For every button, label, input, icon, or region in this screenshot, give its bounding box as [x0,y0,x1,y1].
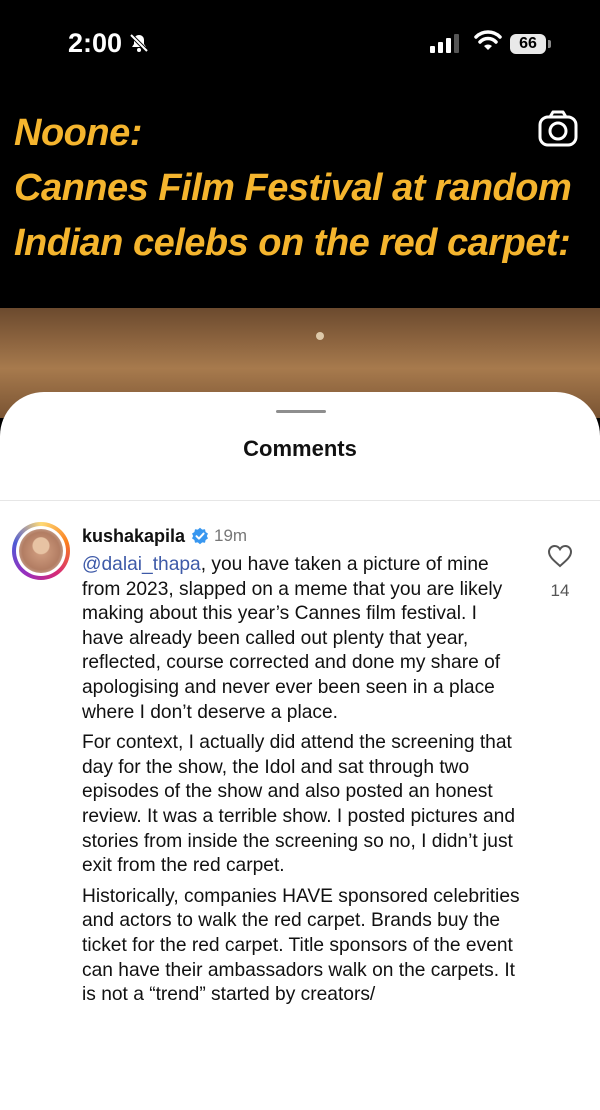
status-bar: 2:00 66 [0,0,600,90]
bottom-cutoff [0,1086,600,1110]
comment-text: @dalai_thapa, you have taken a picture o… [82,553,522,1014]
sheet-drag-handle[interactable] [276,410,326,413]
battery-tip [548,40,551,48]
status-time: 2:00 [68,28,123,58]
comment-paragraph-1: @dalai_thapa, you have taken a picture o… [82,553,522,725]
heart-icon[interactable] [547,544,573,573]
comment-paragraph-1-text: , you have taken a picture of mine from … [82,554,503,723]
avatar[interactable] [19,529,63,573]
camera-icon[interactable] [538,110,578,153]
cell-signal-icon [430,33,462,58]
wifi-icon [474,30,502,57]
meme-line-1: Noone: [14,112,142,154]
comment-mention[interactable]: @dalai_thapa [82,554,201,575]
comment-paragraph-3: Historically, companies HAVE sponsored c… [82,885,520,1006]
photo-highlight [316,332,324,340]
meme-line-2: Cannes Film Festival at random [14,167,572,209]
meme-line-3: Indian celebs on the red carpet: [14,222,571,264]
battery-icon: 66 [510,34,546,54]
comment-paragraph-2: For context, I actually did attend the s… [82,732,516,877]
comment-timestamp: 19m [214,526,248,545]
sheet-title: Comments [243,436,357,461]
sheet-divider [0,500,600,501]
bell-slash-icon [128,32,150,59]
like-count: 14 [550,581,570,600]
comment-username[interactable]: kushakapila [82,526,185,547]
verified-badge-icon [191,527,209,550]
